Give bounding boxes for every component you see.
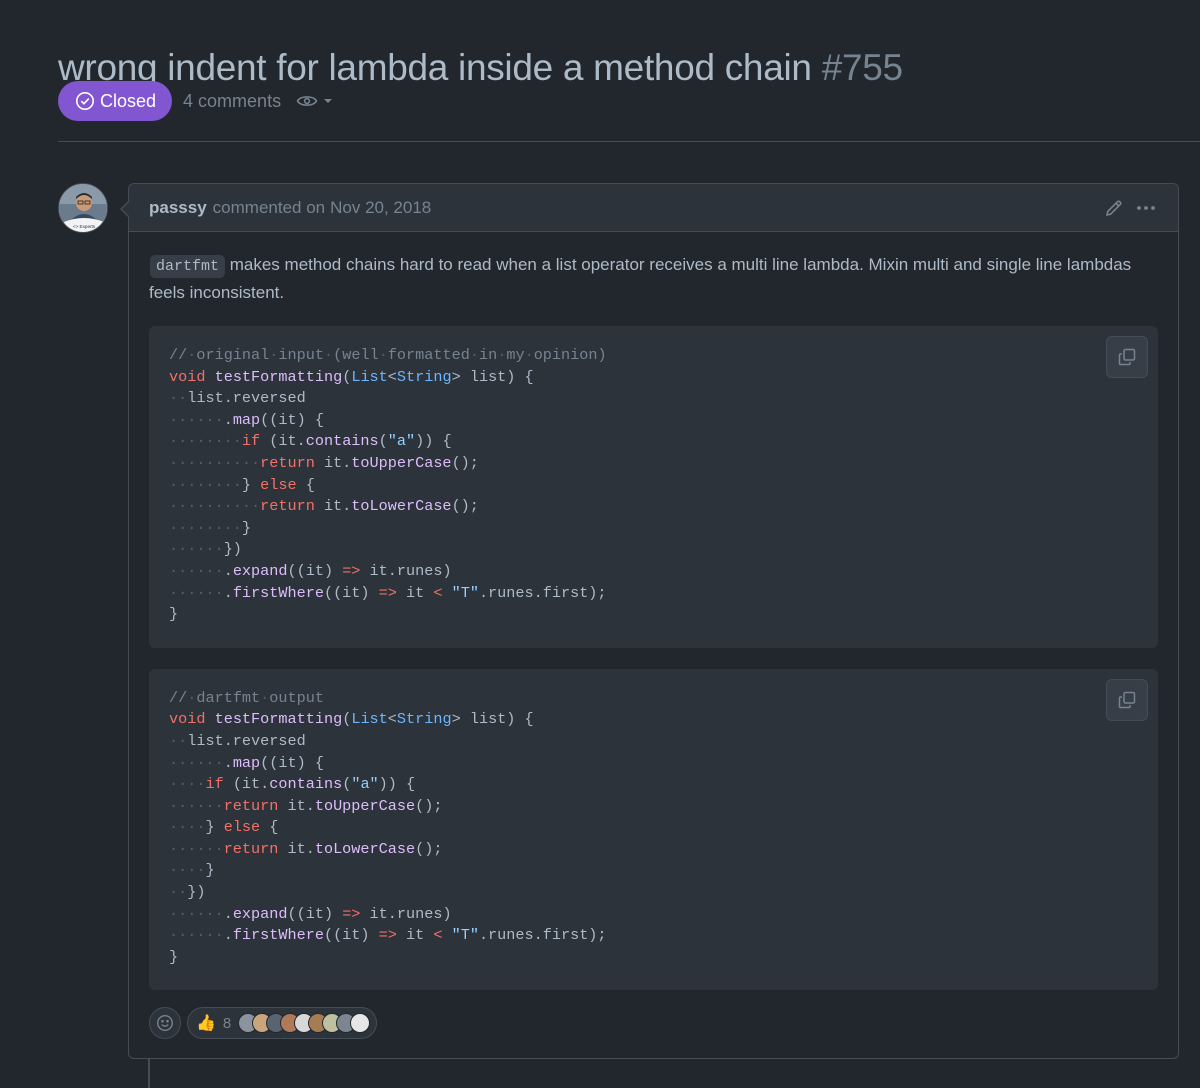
issue-meta: Closed 4 comments — [58, 81, 334, 121]
code-lines: //·dartfmt·output void testFormatting(Li… — [169, 688, 607, 966]
status-label: Closed — [100, 90, 157, 111]
eye-icon — [296, 96, 318, 106]
pencil-icon[interactable] — [1104, 198, 1124, 218]
thumbs-up-reaction[interactable]: 👍 8 — [187, 1007, 378, 1039]
code-block-output: //·dartfmt·output void testFormatting(Li… — [149, 668, 1158, 991]
copy-icon — [1118, 691, 1136, 708]
comment-action: commented on — [212, 197, 326, 217]
reactor-avatar[interactable] — [350, 1013, 371, 1033]
comments-count[interactable]: 4 comments — [183, 91, 281, 112]
avatar[interactable]: <> Experts — [58, 183, 108, 233]
timeline-line — [148, 1058, 150, 1088]
comment-header: passsy commented on Nov 20, 2018 — [129, 184, 1178, 232]
watch-button[interactable] — [296, 93, 334, 109]
copy-button[interactable] — [1106, 336, 1148, 378]
status-badge: Closed — [58, 81, 173, 121]
comment-pointer-fill — [122, 201, 130, 217]
kebab-horizontal-icon[interactable] — [1134, 198, 1158, 218]
comment-text: dartfmt makes method chains hard to read… — [149, 252, 1158, 306]
comment-actions — [1104, 198, 1158, 218]
comment-date[interactable]: Nov 20, 2018 — [330, 198, 431, 218]
issue-number: #755 — [821, 46, 903, 88]
copy-button[interactable] — [1106, 678, 1148, 721]
code-content: //·original·input·(well·formatted·in·my·… — [169, 345, 1138, 626]
header-divider — [58, 141, 1200, 142]
comment-body: dartfmt makes method chains hard to read… — [129, 232, 1178, 991]
code-content: //·dartfmt·output void testFormatting(Li… — [169, 688, 1138, 969]
code-lines: //·original·input·(well·formatted·in·my·… — [169, 346, 607, 624]
copy-icon — [1118, 348, 1136, 366]
code-block-original: //·original·input·(well·formatted·in·my·… — [149, 326, 1158, 648]
thumbs-up-icon: 👍 — [196, 1015, 216, 1032]
chevron-down-icon — [324, 99, 333, 103]
comment-author[interactable]: passsy — [149, 198, 207, 218]
reaction-count: 8 — [222, 1014, 232, 1032]
inline-code: dartfmt — [150, 255, 226, 278]
comment-text-content: makes method chains hard to read when a … — [149, 255, 1132, 302]
reactions-bar: 👍 8 — [149, 1007, 378, 1039]
reactor-avatars — [238, 1013, 371, 1033]
svg-text:<> Experts: <> Experts — [73, 224, 96, 229]
check-circle-icon — [76, 92, 94, 110]
comment-box: passsy commented on Nov 20, 2018 dartfmt… — [120, 183, 1179, 1059]
add-reaction-button[interactable] — [149, 1007, 181, 1039]
smiley-icon — [156, 1014, 174, 1032]
